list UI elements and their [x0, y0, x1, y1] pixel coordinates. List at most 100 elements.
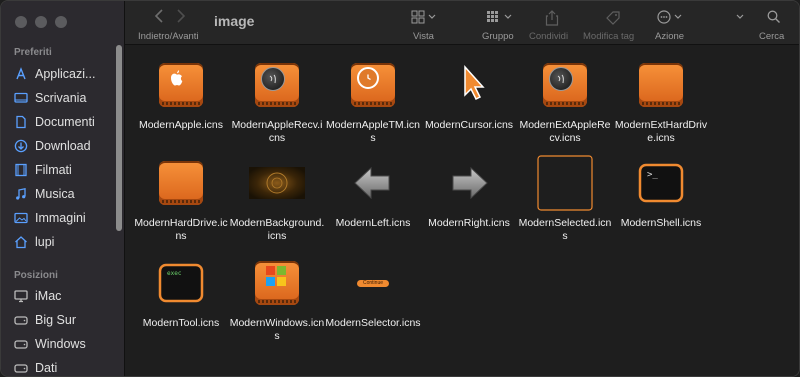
file-name: ModernExtAppleRecv.icns: [519, 119, 611, 144]
favorites-section-title: Preferiti: [14, 47, 52, 58]
sidebar-item-label: Documenti: [35, 115, 95, 129]
group-label: Gruppo: [482, 31, 514, 42]
sidebar-item-label: Immagini: [35, 211, 86, 225]
file-name: ModernSelected.icns: [518, 217, 612, 242]
zoom-button[interactable]: [55, 16, 67, 28]
arrow-left-icon: [345, 155, 401, 211]
file-name: ModernAppleRecv.icns: [231, 119, 323, 144]
file-name: ModernWindows.icns: [229, 317, 325, 342]
tag-icon[interactable]: [605, 10, 621, 26]
share-icon[interactable]: [545, 10, 559, 26]
sidebar-item-dati[interactable]: Dati: [14, 357, 119, 376]
file-name: ModernCursor.icns: [424, 119, 514, 131]
file-item[interactable]: ModernExtAppleRecv.icns: [517, 57, 613, 145]
sidebar: Preferiti Applicazi... Scrivania Documen…: [1, 1, 125, 376]
drive-globe-icon: [537, 57, 593, 113]
minimize-button[interactable]: [35, 16, 47, 28]
chevron-right-icon: [177, 9, 186, 23]
group-icon[interactable]: [486, 10, 516, 24]
chevron-left-icon: [154, 9, 163, 23]
view-label: Vista: [413, 31, 434, 42]
sidebar-item-label: iMac: [35, 289, 62, 303]
disk-icon: [14, 337, 28, 351]
sidebar-item-imac[interactable]: iMac: [14, 285, 119, 307]
file-name: ModernRight.icns: [428, 217, 510, 229]
view-grid-icon[interactable]: [411, 10, 439, 24]
drive-plain-icon: [153, 155, 209, 211]
file-item[interactable]: ModernAppleTM.icns: [325, 57, 421, 145]
sidebar-item-label: Musica: [35, 187, 75, 201]
sidebar-item-big-sur[interactable]: Big Sur: [14, 309, 119, 331]
file-item[interactable]: ModernRight.icns: [421, 155, 517, 230]
file-name: ModernApple.icns: [138, 119, 224, 131]
file-name: ModernExtHardDrive.icns: [614, 119, 708, 144]
sidebar-item-applications[interactable]: Applicazi...: [14, 63, 119, 85]
sidebar-item-label: Big Sur: [35, 313, 76, 327]
file-item[interactable]: Continue ModernSelector.icns: [325, 255, 421, 330]
tool-terminal-icon: exec: [153, 255, 209, 311]
drive-apple-icon: [153, 57, 209, 113]
desktop-icon: [14, 91, 28, 105]
sidebar-item-download[interactable]: Download: [14, 135, 119, 157]
sidebar-item-pictures[interactable]: Immagini: [14, 207, 119, 229]
selected-frame-icon: [537, 155, 593, 211]
toolbar: Indietro/Avanti image Vista Gruppo Condi…: [125, 1, 799, 45]
sidebar-item-music[interactable]: Musica: [14, 183, 119, 205]
file-item[interactable]: >_ ModernShell.icns: [613, 155, 709, 230]
pictures-icon: [14, 211, 28, 225]
disk-icon: [14, 361, 28, 375]
file-item[interactable]: ModernCursor.icns: [421, 57, 517, 132]
arrow-right-icon: [441, 155, 497, 211]
file-item[interactable]: exec ModernTool.icns: [133, 255, 229, 330]
file-name: ModernSelector.icns: [325, 317, 421, 329]
action-icon[interactable]: [657, 10, 687, 24]
chevron-down-icon[interactable]: [735, 10, 745, 24]
file-name: ModernTool.icns: [142, 317, 220, 329]
selector-icon: Continue: [345, 255, 401, 311]
file-name: ModernAppleTM.icns: [326, 119, 420, 144]
sidebar-item-label: Dati: [35, 361, 58, 375]
sidebar-item-home[interactable]: lupi: [14, 231, 119, 253]
file-name: ModernBackground.icns: [229, 217, 325, 242]
search-icon[interactable]: [767, 10, 781, 24]
file-item[interactable]: ModernExtHardDrive.icns: [613, 57, 709, 145]
share-label: Condividi: [529, 31, 569, 42]
file-item[interactable]: ModernApple.icns: [133, 57, 229, 132]
file-item[interactable]: ModernHardDrive.icns: [133, 155, 229, 243]
back-button[interactable]: [154, 9, 164, 28]
locations-section-title: Posizioni: [14, 270, 58, 281]
file-name: ModernHardDrive.icns: [134, 217, 228, 242]
download-icon: [14, 139, 28, 153]
sidebar-item-desktop[interactable]: Scrivania: [14, 87, 119, 109]
sidebar-item-label: Filmati: [35, 163, 72, 177]
action-label: Azione: [655, 31, 685, 42]
file-item[interactable]: ModernBackground.icns: [229, 155, 325, 243]
finder-window: Preferiti Applicazi... Scrivania Documen…: [0, 0, 800, 377]
tag-label: Modifica tag: [583, 31, 635, 42]
movies-icon: [14, 163, 28, 177]
sidebar-item-documents[interactable]: Documenti: [14, 111, 119, 133]
close-button[interactable]: [15, 16, 27, 28]
home-icon: [14, 235, 28, 249]
file-item[interactable]: ModernLeft.icns: [325, 155, 421, 230]
sidebar-item-windows[interactable]: Windows: [14, 333, 119, 355]
file-item[interactable]: ModernAppleRecv.icns: [229, 57, 325, 145]
sidebar-item-movies[interactable]: Filmati: [14, 159, 119, 181]
sidebar-item-label: Applicazi...: [35, 67, 96, 81]
file-item[interactable]: ModernSelected.icns: [517, 155, 613, 243]
sidebar-item-label: Download: [35, 139, 91, 153]
forward-button[interactable]: [176, 9, 186, 28]
file-grid-area: ModernApple.icns ModernAppleRecv.icns Mo…: [125, 45, 799, 376]
shell-terminal-icon: >_: [633, 155, 689, 211]
drive-plain-icon: [633, 57, 689, 113]
background-image-icon: [249, 155, 305, 211]
search-label: Cerca: [759, 31, 785, 42]
sidebar-scrollbar[interactable]: [116, 45, 122, 231]
applications-icon: [14, 67, 28, 81]
disk-icon: [14, 313, 28, 327]
music-icon: [14, 187, 28, 201]
file-item[interactable]: ModernWindows.icns: [229, 255, 325, 343]
window-controls: [15, 16, 67, 28]
drive-timemachine-icon: [345, 57, 401, 113]
sidebar-item-label: lupi: [35, 235, 55, 249]
